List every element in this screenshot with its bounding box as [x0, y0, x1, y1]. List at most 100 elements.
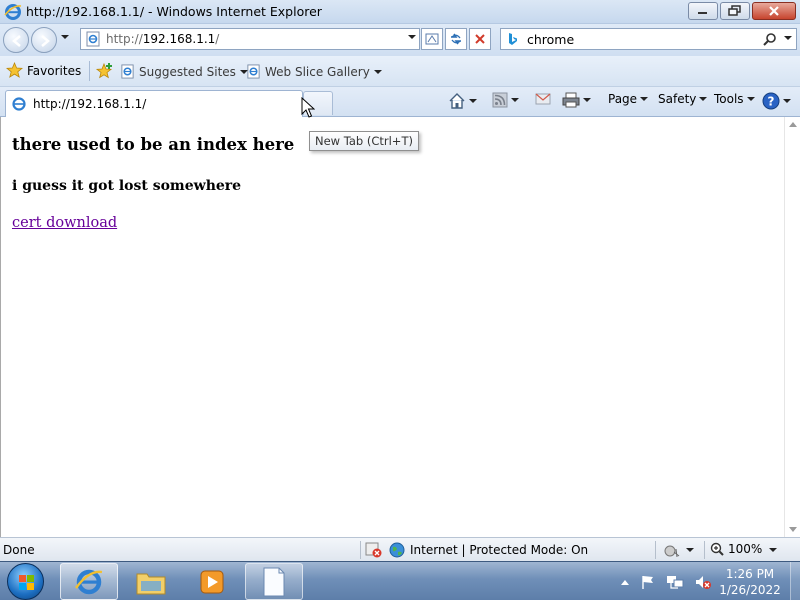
action-center-flag-icon[interactable]: [640, 574, 656, 590]
chevron-down-icon: [686, 548, 694, 552]
chevron-down-icon: [699, 97, 708, 101]
folder-icon: [136, 573, 166, 594]
security-lock-icon: [664, 545, 680, 558]
chevron-down-icon: [469, 99, 477, 103]
compatibility-view-button[interactable]: [421, 28, 443, 50]
taskbar: 1:26 PM 1/26/2022: [0, 561, 800, 600]
ie-logo-icon: [4, 4, 22, 20]
mail-icon: [535, 93, 551, 105]
search-box[interactable]: chrome: [500, 28, 797, 50]
forward-arrow-icon: [41, 35, 50, 47]
title-bar: http://192.168.1.1/ - Windows Internet E…: [0, 0, 800, 24]
rss-feed-icon: [492, 92, 508, 108]
scroll-down-icon[interactable]: [789, 527, 797, 533]
address-bar[interactable]: http://192.168.1.1/: [80, 28, 420, 50]
clock[interactable]: 1:26 PM 1/26/2022: [712, 566, 788, 598]
favorites-button[interactable]: Favorites: [6, 62, 81, 79]
media-player-icon: [200, 570, 224, 593]
taskbar-windows-explorer[interactable]: [122, 563, 180, 600]
url-protocol: http://: [106, 32, 143, 46]
chevron-down-icon: [746, 97, 755, 101]
search-icon[interactable]: [762, 32, 778, 48]
chevron-down-icon: [373, 69, 382, 74]
stop-button[interactable]: [469, 28, 491, 50]
zoom-text: 100%: [728, 542, 763, 556]
chevron-down-icon: [783, 99, 791, 103]
window-title: http://192.168.1.1/ - Windows Internet E…: [26, 4, 322, 19]
safety-menu[interactable]: Safety: [658, 92, 708, 106]
minimize-button[interactable]: [688, 2, 718, 20]
svg-text:?: ?: [768, 95, 775, 109]
read-mail-button[interactable]: [535, 92, 551, 106]
maximize-button[interactable]: [720, 2, 750, 20]
volume-muted-icon[interactable]: [694, 574, 712, 590]
page-content: there used to be an index here i guess i…: [0, 117, 784, 537]
suggested-sites-link[interactable]: Suggested Sites: [120, 64, 248, 79]
search-options-dropdown[interactable]: [784, 36, 792, 40]
print-button[interactable]: [562, 92, 591, 108]
search-query: chrome: [527, 31, 575, 47]
close-icon: [769, 6, 779, 16]
taskbar-media-player[interactable]: [183, 563, 241, 600]
close-button[interactable]: [752, 2, 796, 20]
network-icon[interactable]: [666, 574, 684, 590]
clock-time: 1:26 PM: [725, 567, 775, 581]
system-tray: [620, 562, 712, 600]
zoom-icon: [710, 542, 724, 556]
address-dropdown[interactable]: [408, 35, 416, 39]
home-button[interactable]: [448, 92, 477, 110]
printer-icon: [562, 92, 580, 108]
document-icon: [263, 567, 285, 596]
show-hidden-icons-icon[interactable]: [620, 578, 630, 586]
favorites-bar: Favorites Suggested Sites Web Slice Gall…: [0, 56, 800, 87]
safety-menu-label: Safety: [658, 92, 697, 106]
show-desktop-button[interactable]: [790, 562, 800, 600]
url-path: /: [215, 32, 220, 46]
add-to-favorites-bar-icon[interactable]: [95, 62, 115, 80]
feeds-button[interactable]: [492, 92, 519, 108]
tab-row: http://192.168.1.1/ Page Safety Tools ?: [0, 87, 800, 117]
favorites-star-icon: [6, 62, 23, 78]
security-status[interactable]: [662, 542, 694, 558]
minimize-icon: [698, 12, 707, 14]
refresh-button[interactable]: [445, 28, 467, 50]
help-icon: ?: [762, 92, 780, 110]
status-bar: Done Internet | Protected Mode: On 100%: [0, 537, 800, 561]
taskbar-notepad[interactable]: [245, 563, 303, 600]
favorites-separator: [89, 61, 90, 81]
cert-download-link[interactable]: cert download: [12, 215, 117, 231]
zone-text: Internet | Protected Mode: On: [410, 543, 589, 557]
page-icon: [86, 31, 100, 47]
page-menu[interactable]: Page: [608, 92, 649, 106]
page-menu-label: Page: [608, 92, 638, 106]
chevron-down-icon: [640, 97, 649, 101]
compatibility-view-icon: [425, 33, 439, 45]
new-tab-tooltip: New Tab (Ctrl+T): [309, 131, 419, 151]
tools-menu[interactable]: Tools: [714, 92, 755, 106]
globe-icon: [389, 542, 405, 558]
blocked-content-icon[interactable]: [365, 542, 383, 558]
vertical-scrollbar[interactable]: [784, 117, 800, 537]
security-zone[interactable]: Internet | Protected Mode: On: [389, 542, 588, 558]
refresh-icon: [451, 33, 461, 45]
forward-button[interactable]: [31, 27, 57, 53]
web-slice-gallery-link[interactable]: Web Slice Gallery: [246, 64, 382, 79]
back-button[interactable]: [3, 27, 29, 53]
status-separator: [360, 541, 361, 559]
start-button[interactable]: [7, 563, 44, 600]
tools-menu-label: Tools: [714, 92, 744, 106]
help-button[interactable]: ?: [762, 92, 791, 110]
tab-current[interactable]: http://192.168.1.1/: [5, 90, 303, 117]
stop-icon: [475, 34, 485, 44]
back-arrow-icon: [12, 35, 21, 47]
windows-logo-icon: [19, 575, 34, 590]
taskbar-internet-explorer[interactable]: [60, 563, 118, 600]
recent-pages-dropdown[interactable]: [61, 35, 69, 39]
zoom-level[interactable]: 100%: [710, 542, 762, 556]
scroll-up-icon[interactable]: [789, 121, 797, 127]
zoom-dropdown[interactable]: [769, 548, 777, 552]
ie-page-icon: [12, 97, 26, 111]
favorites-label: Favorites: [27, 63, 82, 78]
ie-page-icon: [121, 64, 134, 79]
url-host: 192.168.1.1: [142, 32, 216, 46]
